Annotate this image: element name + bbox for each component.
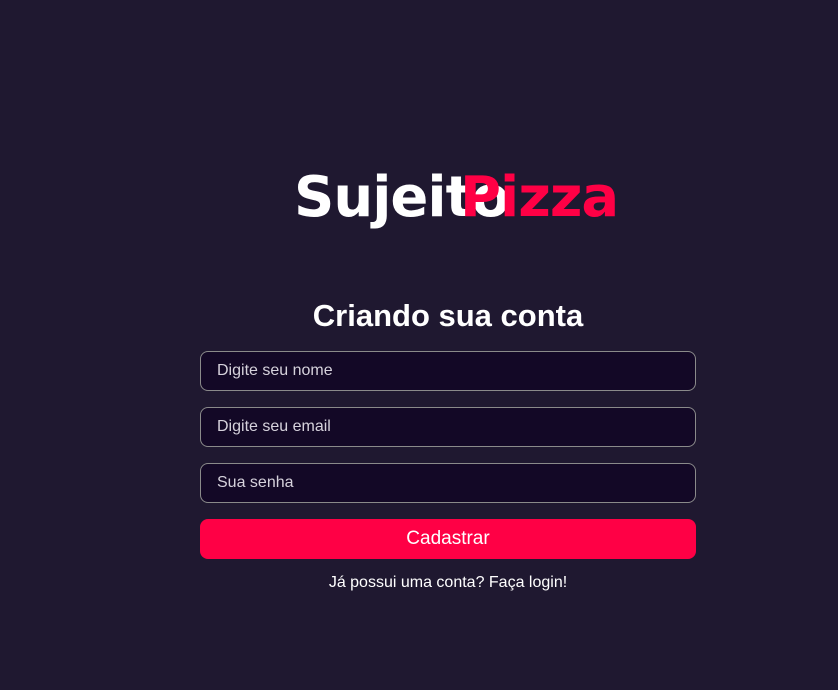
- register-button[interactable]: Cadastrar: [200, 519, 696, 559]
- login-link[interactable]: Já possui uma conta? Faça login!: [0, 573, 838, 593]
- name-input[interactable]: [200, 351, 696, 391]
- logo-pizza-text: Pizza: [460, 165, 619, 230]
- logo: Sujeito Pizza: [0, 163, 838, 233]
- page-title: Criando sua conta: [312, 298, 584, 333]
- password-input[interactable]: [200, 463, 696, 503]
- email-input[interactable]: [200, 407, 696, 447]
